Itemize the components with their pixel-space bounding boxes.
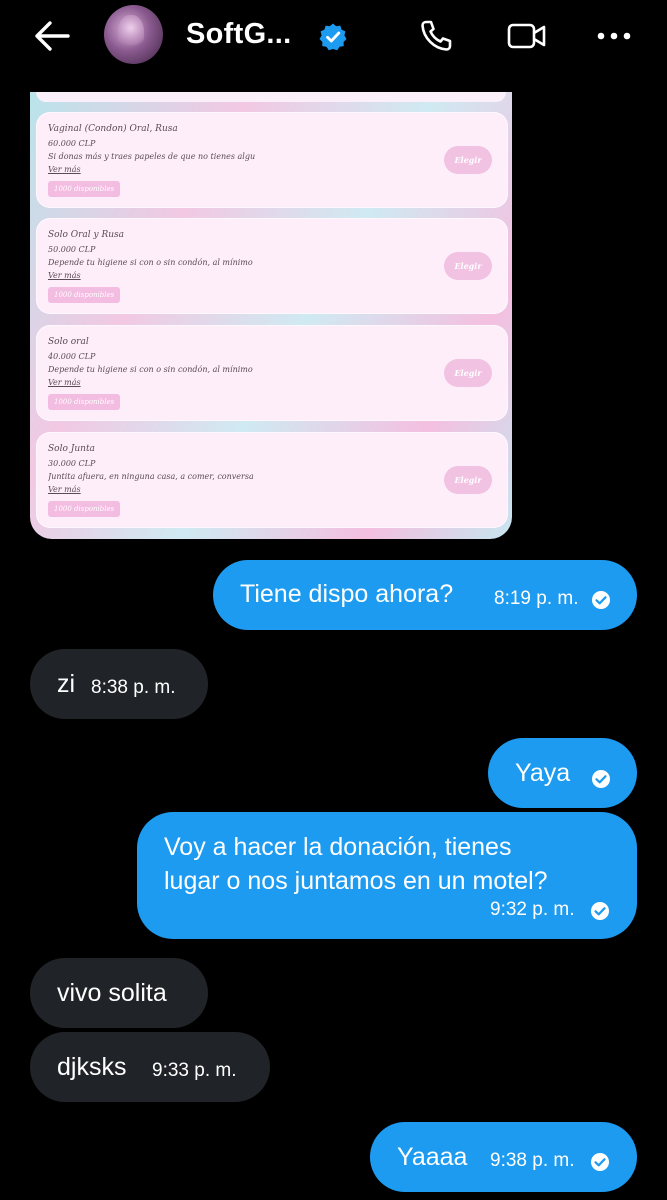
product-description: Depende tu higiene si con o sin condón, … (48, 365, 253, 374)
more-icon[interactable] (596, 22, 632, 50)
availability-badge: 1000 disponibles (48, 394, 121, 410)
product-price: 40.000 CLP (48, 352, 96, 361)
product-description: Juntita afuera, en ninguna casa, a comer… (48, 472, 254, 481)
message-text-line-1: Voy a hacer la donación, tienes (164, 833, 512, 861)
incoming-message[interactable]: vivo solita (30, 958, 208, 1028)
outgoing-message[interactable]: Yaya (488, 738, 637, 808)
product-description: Depende tu higiene si con o sin condón, … (48, 258, 253, 267)
availability-badge: 1000 disponibles (48, 287, 121, 303)
choose-button: Elegir (444, 252, 492, 280)
choose-button: Elegir (444, 146, 492, 174)
incoming-message[interactable]: djksks 9:33 p. m. (30, 1032, 270, 1102)
product-name: Solo oral (48, 337, 89, 347)
see-more-link: Ver más (48, 165, 81, 174)
message-text: vivo solita (57, 979, 167, 1007)
product-card: Solo oral 40.000 CLP Depende tu higiene … (36, 325, 508, 421)
message-time: 9:32 p. m. (490, 899, 575, 920)
see-more-link: Ver más (48, 378, 81, 387)
availability-badge: 1000 disponibles (48, 501, 121, 517)
phone-icon[interactable] (418, 18, 454, 54)
product-card: Solo Junta 30.000 CLP Juntita afuera, en… (36, 432, 508, 528)
read-check-icon (591, 902, 609, 920)
incoming-message[interactable]: zi 8:38 p. m. (30, 649, 208, 719)
message-time: 9:33 p. m. (152, 1060, 237, 1081)
message-time: 8:38 p. m. (91, 677, 176, 698)
product-card: Solo Oral y Rusa 50.000 CLP Depende tu h… (36, 218, 508, 314)
shared-image[interactable]: Vaginal (Condon) Oral, Rusa 60.000 CLP S… (30, 92, 512, 539)
image-top-strip (36, 92, 506, 102)
message-text: Yaya (515, 759, 571, 787)
read-check-icon (591, 1153, 609, 1171)
product-description: Si donas más y traes papeles de que no t… (48, 152, 256, 161)
product-price: 50.000 CLP (48, 245, 96, 254)
outgoing-message[interactable]: Voy a hacer la donación, tienes lugar o … (137, 812, 637, 939)
see-more-link: Ver más (48, 271, 81, 280)
back-arrow-icon[interactable] (34, 20, 70, 52)
choose-button: Elegir (444, 466, 492, 494)
product-price: 60.000 CLP (48, 139, 96, 148)
message-text: djksks (57, 1053, 127, 1081)
message-text-line-2: lugar o nos juntamos en un motel? (164, 867, 548, 895)
product-name: Vaginal (Condon) Oral, Rusa (48, 124, 178, 134)
conversation-title[interactable]: SoftG... (186, 18, 292, 51)
see-more-link: Ver más (48, 485, 81, 494)
message-text: Yaaaa (397, 1143, 468, 1171)
choose-button: Elegir (444, 359, 492, 387)
outgoing-message[interactable]: Yaaaa 9:38 p. m. (370, 1122, 637, 1192)
outgoing-message[interactable]: Tiene dispo ahora? 8:19 p. m. (213, 560, 637, 630)
availability-badge: 1000 disponibles (48, 181, 121, 197)
video-icon[interactable] (506, 18, 548, 54)
product-name: Solo Oral y Rusa (48, 230, 125, 240)
product-price: 30.000 CLP (48, 459, 96, 468)
message-time: 8:19 p. m. (494, 588, 579, 609)
conversation-header: SoftG... (0, 0, 667, 74)
read-check-icon (592, 770, 610, 788)
message-time: 9:38 p. m. (490, 1150, 575, 1171)
avatar[interactable] (104, 5, 163, 64)
product-card: Vaginal (Condon) Oral, Rusa 60.000 CLP S… (36, 112, 508, 208)
product-name: Solo Junta (48, 444, 95, 454)
message-text: Tiene dispo ahora? (240, 580, 454, 608)
read-check-icon (592, 591, 610, 609)
message-text: zi (57, 670, 76, 698)
verified-badge-icon (319, 23, 347, 51)
